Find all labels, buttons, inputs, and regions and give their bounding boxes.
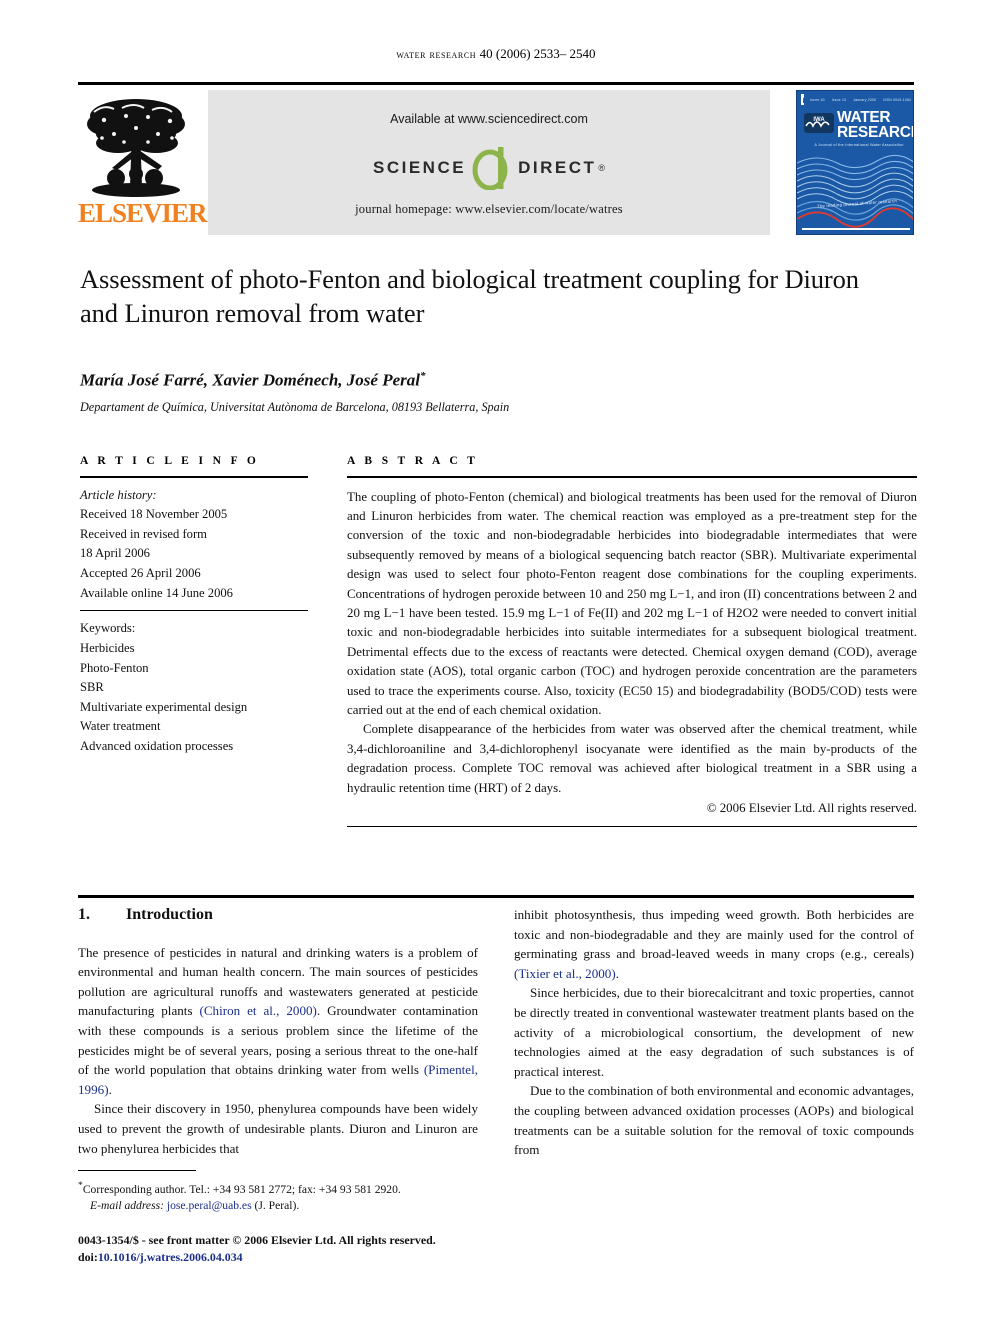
article-info-section: A R T I C L E I N F O Article history: R… <box>80 455 330 757</box>
iwa-logo-icon: IWA <box>804 113 834 133</box>
body-column-left: 1. Introduction The presence of pesticid… <box>78 905 478 1158</box>
sciencedirect-d-icon <box>471 146 513 190</box>
body-divider-rule <box>78 895 914 898</box>
abstract-copyright: © 2006 Elsevier Ltd. All rights reserved… <box>706 801 917 816</box>
cover-bottom-bar <box>802 228 910 230</box>
author-names: María José Farré, Xavier Doménech, José … <box>80 370 420 390</box>
keyword-item: Herbicides <box>80 640 135 655</box>
email-link[interactable]: jose.peral@uab.es <box>167 1199 252 1212</box>
history-item: Received 18 November 2005 <box>80 507 228 522</box>
keywords-rule <box>80 610 308 612</box>
cover-wave-graphic <box>797 149 913 229</box>
abstract-paragraph: The coupling of photo-Fenton (chemical) … <box>347 489 917 718</box>
abstract-section: A B S T R A C T The coupling of photo-Fe… <box>347 455 917 828</box>
abstract-paragraph: Complete disappearance of the herbicides… <box>347 722 917 795</box>
cover-title: WATER RESEARCH <box>837 110 914 141</box>
keyword-item: Photo-Fenton <box>80 660 149 675</box>
section-heading: Introduction <box>126 906 213 923</box>
corresponding-author-marker: * <box>419 370 426 382</box>
doi-label: doi: <box>78 1249 98 1264</box>
paragraph: Since herbicides, due to their biorecalc… <box>514 985 914 1079</box>
paragraph: inhibit photosynthesis, thus impeding we… <box>514 907 914 981</box>
paragraph: Due to the combination of both environme… <box>514 1083 914 1158</box>
corresponding-author-note: *Corresponding author. Tel.: +34 93 581 … <box>78 1180 401 1197</box>
article-page: water research 40 (2006) 2533– 2540 ELSE… <box>0 0 992 1323</box>
abstract-heading: A B S T R A C T <box>347 455 479 467</box>
sciencedirect-logo-direct: DIRECT <box>518 158 597 177</box>
doi-line: doi:10.1016/j.watres.2006.04.034 <box>78 1249 508 1266</box>
masthead: ELSEVIER Available at www.sciencedirect.… <box>78 82 914 237</box>
email-label: E-mail address: <box>90 1199 164 1213</box>
imprint-block: 0043-1354/$ - see front matter © 2006 El… <box>78 1232 508 1266</box>
running-head: water research 40 (2006) 2533– 2540 <box>0 46 992 62</box>
keyword-item: Multivariate experimental design <box>80 699 248 714</box>
registered-mark-icon: ® <box>598 163 605 173</box>
keyword-item: SBR <box>80 680 104 695</box>
available-at-text: Available at www.sciencedirect.com <box>390 112 588 126</box>
doi-link[interactable]: 10.1016/j.watres.2006.04.034 <box>98 1250 243 1264</box>
section-title-introduction: 1. Introduction <box>78 905 478 925</box>
abstract-rule <box>347 476 917 478</box>
keyword-item: Advanced oxidation processes <box>80 738 234 753</box>
citation-link[interactable]: (Chiron et al., 2000) <box>199 1003 316 1018</box>
running-head-volume: 40 (2006) 2533– 2540 <box>479 46 596 61</box>
email-owner: (J. Peral). <box>254 1199 300 1213</box>
cover-meta: Volume 40 Issue 13 January 2006 ISSN 004… <box>806 97 911 102</box>
article-history-label: Article history: <box>80 487 157 502</box>
history-item: Available online 14 June 2006 <box>80 585 233 600</box>
keywords-list: Keywords: Herbicides Photo-Fenton SBR Mu… <box>80 619 330 756</box>
elsevier-wordmark: ELSEVIER <box>78 198 208 228</box>
page-title: Assessment of photo-Fenton and biologica… <box>80 264 859 328</box>
footnote-rule <box>78 1170 196 1172</box>
keywords-label: Keywords: <box>80 621 136 636</box>
section-number: 1. <box>78 906 90 923</box>
cover-top-bar: Volume 40 Issue 13 January 2006 ISSN 004… <box>801 94 911 105</box>
body-column-right: inhibit photosynthesis, thus impeding we… <box>514 905 914 1160</box>
issn-front-matter: 0043-1354/$ - see front matter © 2006 El… <box>78 1233 436 1247</box>
article-info-heading: A R T I C L E I N F O <box>80 455 260 467</box>
masthead-top-rule <box>78 82 914 85</box>
keyword-item: Water treatment <box>80 719 161 734</box>
journal-cover-thumbnail: Volume 40 Issue 13 January 2006 ISSN 004… <box>796 90 914 235</box>
elsevier-tree-icon <box>82 90 190 198</box>
history-item: Accepted 26 April 2006 <box>80 565 201 580</box>
sciencedirect-banner: Available at www.sciencedirect.com SCIEN… <box>208 90 770 235</box>
svg-text:IWA: IWA <box>813 117 825 123</box>
cover-title-line2: RESEARCH <box>837 124 914 141</box>
article-info-rule <box>80 476 308 478</box>
affiliation: Departament de Química, Universitat Autò… <box>80 400 510 414</box>
sciencedirect-logo: SCIENCE DIRECT ® <box>208 146 770 190</box>
footnote-block: *Corresponding author. Tel.: +34 93 581 … <box>78 1170 498 1215</box>
author-list: María José Farré, Xavier Doménech, José … <box>80 370 870 391</box>
history-item: Received in revised form <box>80 526 207 541</box>
sciencedirect-logo-science: SCIENCE <box>373 158 467 177</box>
abstract-bottom-rule <box>347 826 917 828</box>
cover-subtitle: A Journal of the International Water Ass… <box>814 143 904 147</box>
email-note: E-mail address: jose.peral@uab.es (J. Pe… <box>78 1198 498 1214</box>
paragraph: The presence of pesticides in natural an… <box>78 944 479 1097</box>
cover-elsevier-icon <box>801 94 810 105</box>
article-history: Article history: Received 18 November 20… <box>80 486 330 604</box>
paragraph: Since their discovery in 1950, phenylure… <box>78 1101 478 1156</box>
history-item: 18 April 2006 <box>80 546 150 561</box>
elsevier-logo: ELSEVIER <box>78 90 208 235</box>
running-head-journal: water research <box>396 49 477 61</box>
citation-link[interactable]: (Tixier et al., 2000) <box>514 966 616 981</box>
abstract-body: The coupling of photo-Fenton (chemical) … <box>347 488 917 799</box>
journal-homepage-text: journal homepage: www.elsevier.com/locat… <box>355 202 623 216</box>
